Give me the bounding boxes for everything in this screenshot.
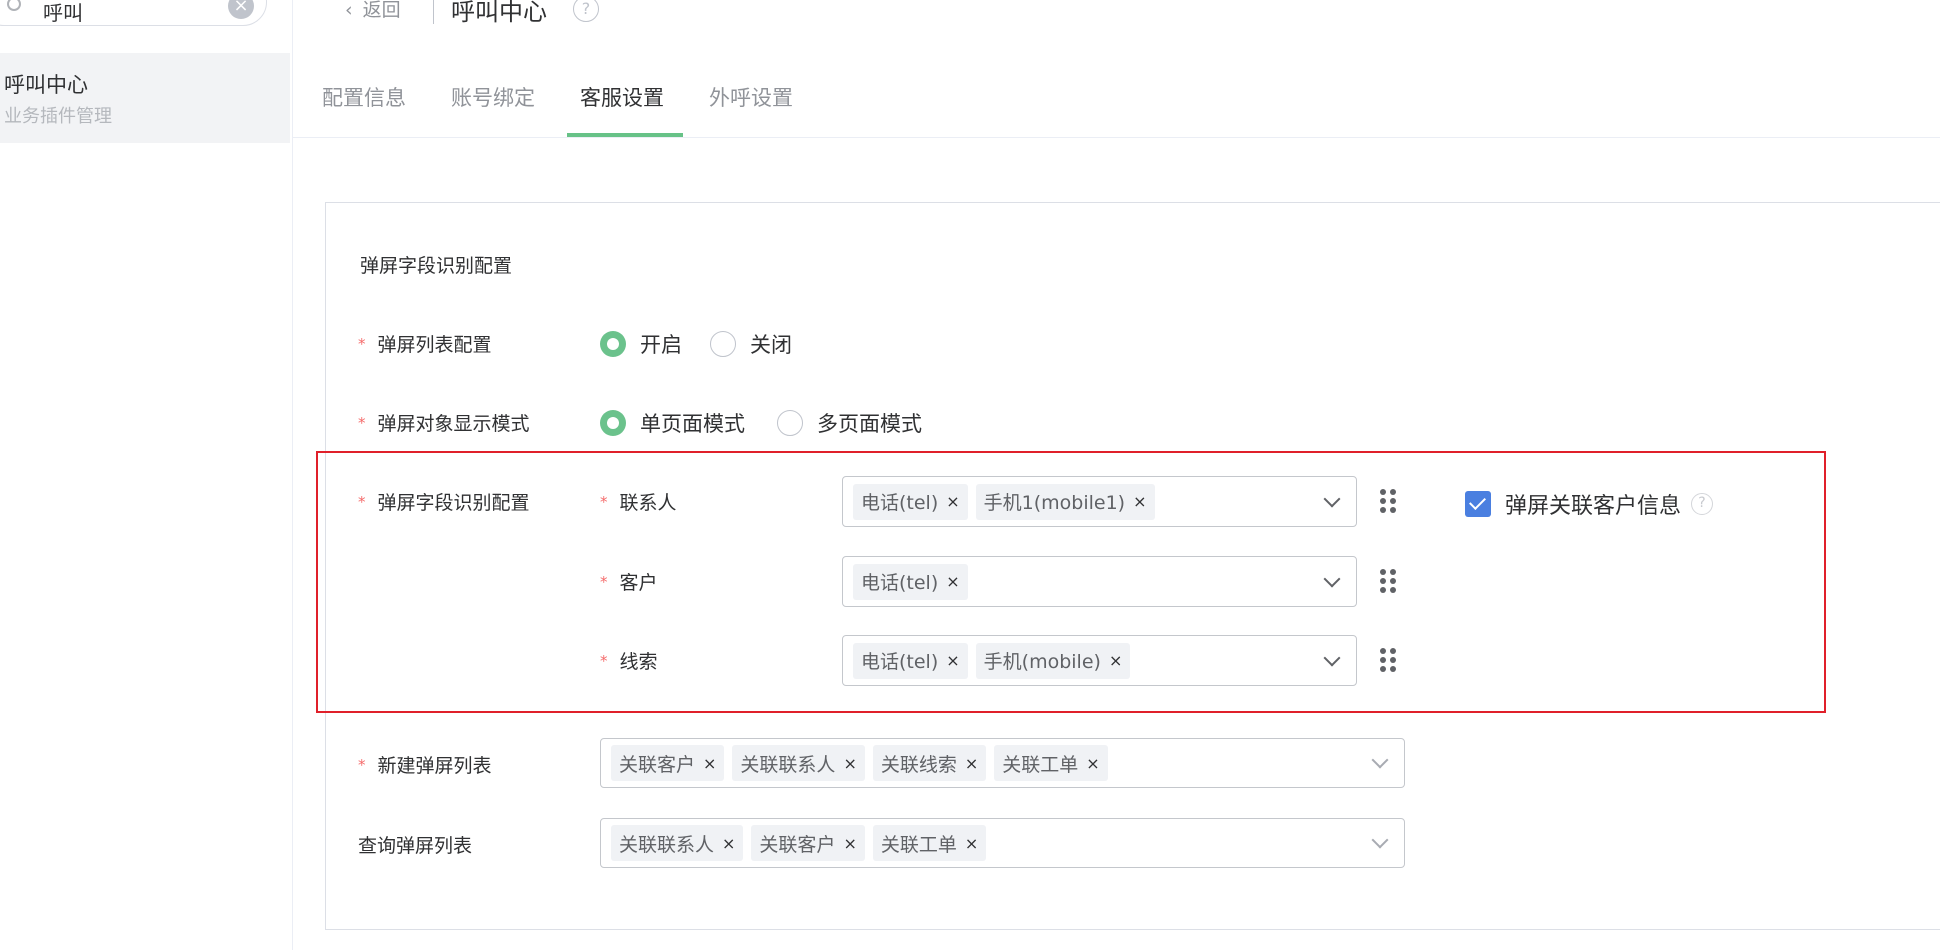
section-title: 弹屏字段识别配置 <box>360 255 513 277</box>
sidebar-item-title: 呼叫中心 <box>4 73 88 97</box>
chevron-down-icon <box>1371 831 1389 849</box>
clear-icon[interactable]: × <box>228 0 254 19</box>
tag: 关联工单 × <box>994 745 1108 781</box>
lead-field-select[interactable]: 电话(tel) × 手机(mobile) × <box>842 635 1357 686</box>
required-mark: * <box>358 335 366 353</box>
tag: 电话(tel) × <box>853 483 968 520</box>
back-label: 返回 <box>362 0 401 21</box>
required-mark: * <box>358 414 366 432</box>
radio-popup-off[interactable]: 关闭 <box>710 329 792 359</box>
query-popup-list-select[interactable]: 关联联系人 × 关联客户 × 关联工单 × <box>600 818 1405 868</box>
tab-config-info[interactable]: 配置信息 <box>322 82 406 112</box>
tag: 关联线索 × <box>872 745 987 781</box>
tag-remove-icon[interactable]: × <box>1086 754 1099 773</box>
tag-remove-icon[interactable]: × <box>843 834 856 853</box>
back-button[interactable]: ‹ 返回 <box>345 0 401 22</box>
divider <box>433 0 434 24</box>
chevron-down-icon <box>1323 570 1341 587</box>
tag-remove-icon[interactable]: × <box>703 754 716 773</box>
active-tab-indicator <box>567 133 683 137</box>
required-mark: * <box>600 493 608 511</box>
tag-remove-icon[interactable]: × <box>1133 492 1146 511</box>
chevron-down-icon <box>1371 751 1389 769</box>
tag: 电话(tel) × <box>853 642 968 679</box>
required-mark: * <box>358 756 366 774</box>
help-icon[interactable]: ? <box>573 0 599 22</box>
tag: 关联客户 × <box>611 745 725 781</box>
tag-remove-icon[interactable]: × <box>965 754 978 773</box>
popup-list-label: * 弹屏列表配置 <box>358 334 492 356</box>
tab-account-binding[interactable]: 账号绑定 <box>451 82 535 112</box>
tag-remove-icon[interactable]: × <box>722 834 735 853</box>
tag: 关联联系人 × <box>611 825 744 861</box>
new-popup-list-label: * 新建弹屏列表 <box>358 755 492 777</box>
tag-remove-icon[interactable]: × <box>1109 651 1122 670</box>
customer-label: * 客户 <box>600 572 658 594</box>
tab-bar: 配置信息 账号绑定 客服设置 外呼设置 <box>293 60 1940 138</box>
customer-field-select[interactable]: 电话(tel) × <box>842 556 1357 607</box>
required-mark: * <box>358 493 366 511</box>
query-popup-list-label: 查询弹屏列表 <box>358 835 473 857</box>
sidebar-item-call-center[interactable]: 呼叫中心 业务插件管理 <box>0 53 290 143</box>
tab-service-settings[interactable]: 客服设置 <box>580 82 664 112</box>
radio-multi-page[interactable]: 多页面模式 <box>777 408 922 438</box>
drag-handle-icon[interactable] <box>1380 648 1396 672</box>
drag-handle-icon[interactable] <box>1380 569 1396 593</box>
radio-popup-on[interactable]: 开启 <box>600 329 682 359</box>
sidebar: 呼叫 × 呼叫中心 业务插件管理 <box>0 0 293 950</box>
required-mark: * <box>600 652 608 670</box>
chevron-down-icon <box>1323 490 1341 507</box>
drag-handle-icon[interactable] <box>1380 489 1396 513</box>
tag-remove-icon[interactable]: × <box>946 651 959 670</box>
field-recognition-label: * 弹屏字段识别配置 <box>358 492 530 514</box>
radio-single-page[interactable]: 单页面模式 <box>600 408 745 438</box>
tag: 关联工单 × <box>872 825 987 861</box>
contact-field-select[interactable]: 电话(tel) × 手机1(mobile1) × <box>842 476 1357 527</box>
required-mark: * <box>600 573 608 591</box>
help-icon[interactable]: ? <box>1691 493 1714 515</box>
search-value: 呼叫 <box>43 1 83 25</box>
search-icon <box>7 0 21 11</box>
contact-label: * 联系人 <box>600 492 677 514</box>
tag-remove-icon[interactable]: × <box>965 834 978 853</box>
tag-remove-icon[interactable]: × <box>843 754 856 773</box>
checkbox-checked-icon <box>1465 491 1491 517</box>
tab-outbound-settings[interactable]: 外呼设置 <box>709 82 793 112</box>
tag: 手机(mobile) × <box>975 642 1131 679</box>
new-popup-list-select[interactable]: 关联客户 × 关联联系人 × 关联线索 × 关联工单 × <box>600 738 1405 788</box>
tag-remove-icon[interactable]: × <box>946 572 959 591</box>
search-input[interactable]: 呼叫 × <box>0 0 267 26</box>
page-header: ‹ 返回 呼叫中心 ? <box>293 0 1940 30</box>
tag: 电话(tel) × <box>853 563 968 600</box>
tag: 关联客户 × <box>751 825 865 861</box>
link-customer-checkbox[interactable]: 弹屏关联客户信息 ? <box>1465 488 1714 520</box>
display-mode-label: * 弹屏对象显示模式 <box>358 413 530 435</box>
tag-remove-icon[interactable]: × <box>946 492 959 511</box>
chevron-down-icon <box>1323 649 1341 666</box>
chevron-left-icon: ‹ <box>345 0 353 21</box>
sidebar-item-subtitle: 业务插件管理 <box>4 106 112 127</box>
lead-label: * 线索 <box>600 651 658 673</box>
page-title: 呼叫中心 <box>451 0 547 26</box>
tag: 手机1(mobile1) × <box>975 483 1155 520</box>
tag: 关联联系人 × <box>732 745 865 781</box>
